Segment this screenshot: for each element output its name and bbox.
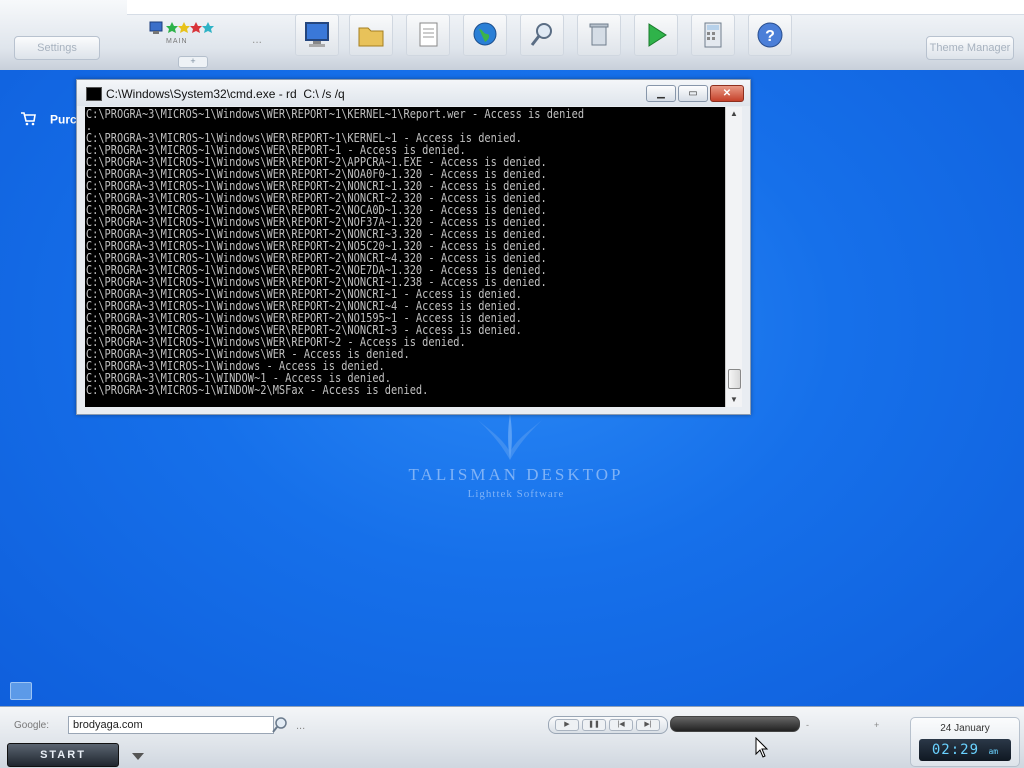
google-search-input[interactable]: brodyaga.com — [68, 716, 274, 734]
media-next-button[interactable]: ▶| — [636, 719, 660, 731]
media-prev-button[interactable]: |◀ — [609, 719, 633, 731]
main-panel-icon — [149, 21, 214, 34]
media-play-button[interactable]: ▶ — [555, 719, 579, 731]
console-scrollbar[interactable]: ▲ ▼ — [725, 107, 742, 407]
search-button[interactable] — [520, 14, 564, 56]
logo-subtitle: Lighttek Software — [467, 488, 565, 500]
search-more-button[interactable]: ... — [296, 720, 305, 732]
taskbar: Google: brodyaga.com ... START ▶ ❚❚ |◀ ▶… — [0, 706, 1024, 768]
clock-widget[interactable]: 24 January 02:29 am — [910, 717, 1020, 767]
main-panel-selector[interactable] — [146, 16, 226, 52]
mouse-pointer-icon — [755, 737, 769, 758]
calculator-button[interactable] — [691, 14, 735, 56]
cmd-app-icon — [86, 87, 102, 101]
media-pause-button[interactable]: ❚❚ — [582, 719, 606, 731]
maximize-button[interactable]: ▭ — [678, 85, 708, 102]
purchase-link[interactable]: Purc — [20, 112, 77, 129]
main-label: MAIN — [166, 38, 188, 45]
computer-icon — [305, 22, 329, 47]
google-search-label: Google: — [14, 720, 50, 731]
recycle-bin-icon — [589, 23, 609, 46]
svg-text:?: ? — [765, 28, 775, 45]
internet-globe-icon — [473, 22, 497, 46]
minimize-button[interactable]: ▁ — [646, 85, 676, 102]
run-play-icon — [648, 23, 667, 47]
folder-icon — [358, 27, 384, 47]
search-icon[interactable] — [270, 715, 290, 735]
clock-time-display: 02:29 am — [919, 739, 1011, 761]
top-bar: Settings Theme Manager MAIN ... + ? — [0, 0, 1024, 71]
volume-plus-label: + — [874, 720, 880, 730]
help-button[interactable]: ? — [748, 14, 792, 56]
console-text: C:\PROGRA~3\MICROS~1\Windows\WER\REPORT~… — [85, 107, 585, 397]
volume-slider[interactable]: - + — [806, 720, 884, 730]
logo-title: TALISMAN DESKTOP — [408, 465, 624, 484]
more-dots[interactable]: ... — [252, 32, 262, 46]
run-button[interactable] — [634, 14, 678, 56]
clock-time: 02:29 — [931, 742, 980, 758]
shopping-cart-icon — [20, 112, 36, 129]
documents-button[interactable] — [406, 14, 450, 56]
folder-button[interactable] — [349, 14, 393, 56]
calculator-icon — [704, 22, 722, 48]
computer-button[interactable] — [295, 14, 339, 56]
scroll-up-arrow-icon[interactable]: ▲ — [726, 107, 742, 121]
cmd-window[interactable]: C:\Windows\System32\cmd.exe - rd C:\ /s … — [76, 79, 751, 415]
scroll-down-arrow-icon[interactable]: ▼ — [726, 393, 742, 407]
media-track-bar[interactable] — [670, 716, 800, 732]
recycle-bin-button[interactable] — [577, 14, 621, 56]
talisman-logo-icon — [478, 414, 542, 460]
close-button[interactable]: ✕ — [710, 85, 744, 102]
chevron-down-icon[interactable] — [132, 753, 144, 760]
console-output[interactable]: C:\PROGRA~3\MICROS~1\Windows\WER\REPORT~… — [85, 107, 725, 407]
settings-button[interactable]: Settings — [14, 36, 100, 60]
internet-button[interactable] — [463, 14, 507, 56]
clock-date: 24 January — [940, 723, 990, 734]
scroll-thumb[interactable] — [728, 369, 741, 389]
desktop-shortcut-icon[interactable] — [10, 682, 32, 700]
help-icon: ? — [757, 22, 783, 48]
cmd-window-title: C:\Windows\System32\cmd.exe - rd C:\ /s … — [106, 87, 345, 101]
volume-minus-label: - — [806, 720, 809, 730]
theme-manager-button[interactable]: Theme Manager — [926, 36, 1014, 60]
add-panel-button[interactable]: + — [178, 56, 208, 68]
documents-icon — [419, 22, 438, 47]
media-controls: ▶ ❚❚ |◀ ▶| — [548, 716, 668, 734]
clock-ampm: am — [988, 747, 999, 756]
purchase-label: Purc — [50, 112, 77, 127]
top-bar-band — [127, 0, 1024, 15]
cmd-titlebar[interactable]: C:\Windows\System32\cmd.exe - rd C:\ /s … — [77, 80, 750, 106]
start-button[interactable]: START — [7, 743, 119, 767]
search-icon — [530, 23, 552, 46]
